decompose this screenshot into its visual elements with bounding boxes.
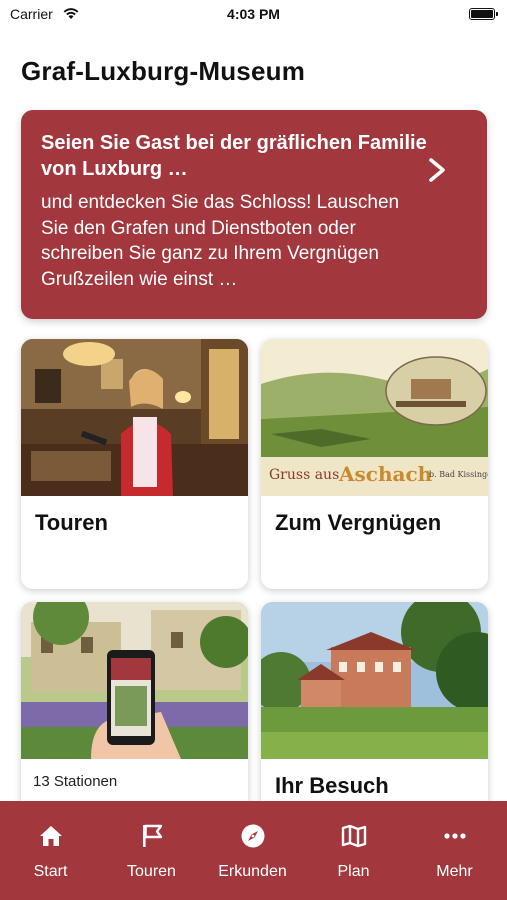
clock: 4:03 PM [227,6,280,22]
tab-mehr[interactable]: Mehr [404,801,505,900]
tab-label-plan: Plan [337,863,370,880]
tile-image-phone-garden [21,602,248,759]
tile-label-touren: Touren [35,510,108,535]
tab-start[interactable]: Start [0,801,101,900]
tile-image-tour-guide [21,339,248,496]
svg-text:Aschach: Aschach [338,462,433,486]
compass-icon [241,824,265,848]
intro-card[interactable]: Seien Sie Gast bei der gräflichen Famili… [21,110,487,319]
tab-label-touren: Touren [127,863,176,880]
svg-text:b. Bad Kissingen: b. Bad Kissingen [429,470,488,479]
home-icon [40,826,62,846]
tab-touren[interactable]: Touren [101,801,202,900]
flag-icon [143,824,163,847]
svg-text:Gruss aus: Gruss aus [269,467,339,483]
tile-touren[interactable]: Touren [21,339,248,589]
tab-plan[interactable]: Plan [303,801,404,900]
intro-card-text: und entdecken Sie das Schloss! Lauschen … [41,192,400,290]
tile-zum-vergnuegen[interactable]: Gruss aus Aschach b. Bad Kissingen Zum V… [261,339,488,589]
map-icon [341,824,367,848]
battery-icon [469,8,498,20]
tile-stationen[interactable]: 13 Stationen [21,602,248,812]
tile-image-postcard: Gruss aus Aschach b. Bad Kissingen [261,339,488,496]
tab-label-start: Start [33,863,68,880]
tile-ihr-besuch[interactable]: Ihr Besuch [261,602,488,812]
tile-label-zum-vergnuegen: Zum Vergnügen [275,510,442,535]
tile-subtitle-stationen: 13 Stationen [33,773,118,790]
tile-label-ihr-besuch: Ihr Besuch [275,773,389,798]
tab-label-mehr: Mehr [436,863,473,880]
more-icon [444,833,466,839]
intro-card-title: Seien Sie Gast bei der gräflichen Famili… [41,132,427,180]
tile-image-castle [261,602,488,759]
tab-label-erkunden: Erkunden [218,863,287,880]
page-title: Graf-Luxburg-Museum [21,56,306,86]
tab-bar: Start Touren Erkunden Plan Mehr [0,801,507,900]
tab-erkunden[interactable]: Erkunden [202,801,303,900]
status-bar: Carrier 4:03 PM [0,0,507,30]
chevron-right-icon [429,158,445,182]
